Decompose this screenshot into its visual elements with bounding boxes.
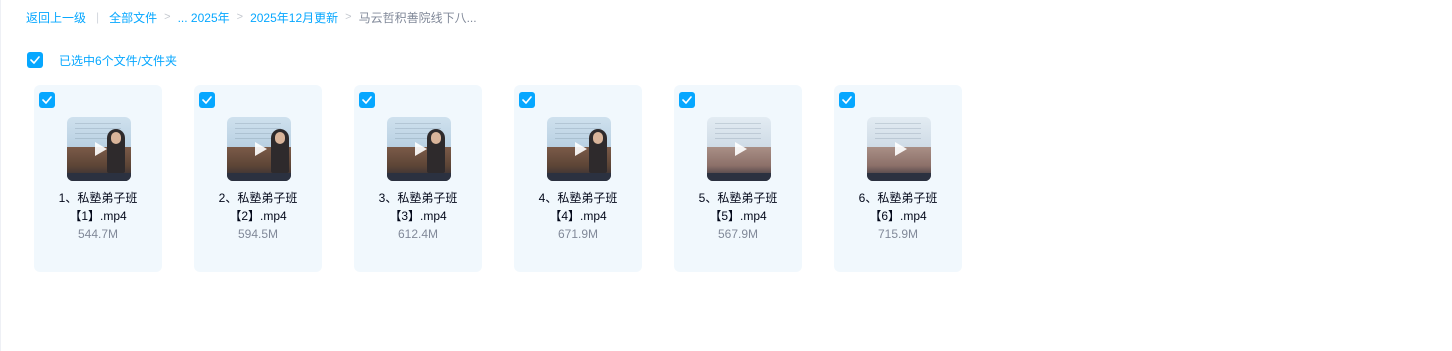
file-size: 671.9M [557, 227, 599, 241]
check-icon [202, 96, 212, 104]
breadcrumb-separator: > [345, 11, 352, 23]
file-checkbox[interactable] [519, 92, 535, 108]
breadcrumb: 返回上一级 | 全部文件 > ... 2025年 > 2025年12月更新 > … [26, 9, 477, 25]
video-thumbnail[interactable] [227, 117, 291, 181]
file-browser-page: 返回上一级 | 全部文件 > ... 2025年 > 2025年12月更新 > … [0, 0, 1452, 351]
select-all-checkbox[interactable] [27, 52, 43, 68]
select-all-bar: 已选中6个文件/文件夹 [27, 52, 177, 68]
file-name[interactable]: 5、私塾弟子班 【5】.mp4 [674, 189, 802, 225]
breadcrumb-separator: > [236, 11, 244, 23]
check-icon [362, 96, 372, 104]
file-size: 567.9M [717, 227, 759, 241]
breadcrumb-all-files[interactable]: 全部文件 [109, 9, 157, 26]
check-icon [30, 56, 40, 64]
breadcrumb-current-folder: 马云哲积善院线下八... [358, 10, 477, 25]
play-icon [895, 142, 907, 156]
file-card[interactable]: 3、私塾弟子班 【3】.mp4 612.4M [354, 85, 482, 272]
file-checkbox[interactable] [839, 92, 855, 108]
video-thumbnail[interactable] [707, 117, 771, 181]
file-grid: 1、私塾弟子班 【1】.mp4 544.7M 2、私塾弟子班 【2】.mp4 5… [34, 85, 962, 272]
check-icon [522, 96, 532, 104]
file-size: 715.9M [877, 227, 919, 241]
breadcrumb-divider: | [96, 10, 100, 24]
play-icon [415, 142, 427, 156]
video-thumbnail[interactable] [867, 117, 931, 181]
file-checkbox[interactable] [679, 92, 695, 108]
play-icon [575, 142, 587, 156]
file-checkbox[interactable] [39, 92, 55, 108]
file-name[interactable]: 6、私塾弟子班 【6】.mp4 [834, 189, 962, 225]
file-name[interactable]: 4、私塾弟子班 【4】.mp4 [514, 189, 642, 225]
file-checkbox[interactable] [359, 92, 375, 108]
file-card[interactable]: 1、私塾弟子班 【1】.mp4 544.7M [34, 85, 162, 272]
check-icon [842, 96, 852, 104]
file-checkbox[interactable] [199, 92, 215, 108]
file-card[interactable]: 2、私塾弟子班 【2】.mp4 594.5M [194, 85, 322, 272]
file-size: 594.5M [237, 227, 279, 241]
play-icon [95, 142, 107, 156]
breadcrumb-year[interactable]: ... 2025年 [178, 9, 230, 26]
file-name[interactable]: 2、私塾弟子班 【2】.mp4 [194, 189, 322, 225]
video-thumbnail[interactable] [387, 117, 451, 181]
check-icon [42, 96, 52, 104]
file-card[interactable]: 5、私塾弟子班 【5】.mp4 567.9M [674, 85, 802, 272]
check-icon [682, 96, 692, 104]
selection-count-label: 已选中6个文件/文件夹 [59, 53, 178, 68]
play-icon [255, 142, 267, 156]
file-card[interactable]: 4、私塾弟子班 【4】.mp4 671.9M [514, 85, 642, 272]
video-thumbnail[interactable] [547, 117, 611, 181]
file-name[interactable]: 3、私塾弟子班 【3】.mp4 [354, 189, 482, 225]
breadcrumb-separator: > [164, 11, 171, 23]
breadcrumb-month[interactable]: 2025年12月更新 [250, 9, 338, 26]
file-size: 612.4M [397, 227, 439, 241]
file-size: 544.7M [77, 227, 119, 241]
file-name[interactable]: 1、私塾弟子班 【1】.mp4 [34, 189, 162, 225]
file-card[interactable]: 6、私塾弟子班 【6】.mp4 715.9M [834, 85, 962, 272]
play-icon [735, 142, 747, 156]
back-link[interactable]: 返回上一级 [26, 9, 86, 26]
video-thumbnail[interactable] [67, 117, 131, 181]
